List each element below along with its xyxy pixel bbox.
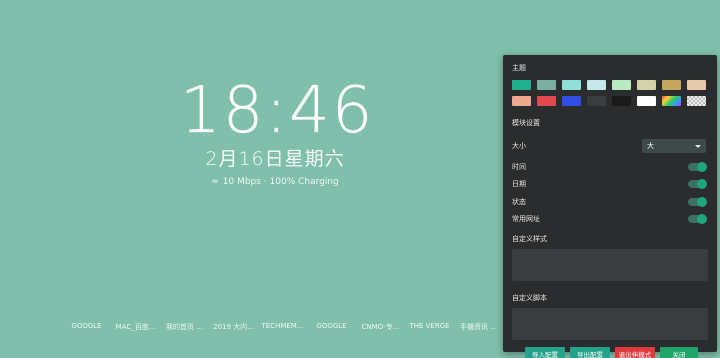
theme-swatch[interactable] — [637, 80, 656, 90]
toggle-label: 状态 — [512, 197, 526, 206]
bookmark-item[interactable]: TECHMEM... — [258, 322, 307, 332]
bookmark-item[interactable]: 我的首页 ... — [160, 322, 209, 332]
theme-swatch[interactable] — [587, 80, 606, 90]
export-config-button[interactable]: 导出配置 — [570, 346, 610, 358]
size-label: 大小 — [512, 142, 526, 150]
custom-script-label: 自定义脚本 — [512, 293, 547, 302]
custom-style-textarea[interactable] — [512, 248, 708, 281]
status-text: 10 Mbps · 100% Charging — [222, 177, 339, 187]
toggle-knob — [697, 179, 707, 190]
bookmark-item[interactable]: CNMO-专... — [356, 322, 405, 332]
bookmark-item[interactable]: 手機资讯 ... — [454, 322, 503, 332]
toggle-label: 时间 — [512, 162, 526, 171]
theme-swatch[interactable] — [512, 96, 531, 106]
toggle-row-date: 日期 — [512, 178, 709, 191]
status-line: ≈10 Mbps · 100% Charging — [180, 177, 370, 187]
bookmark-item[interactable]: MAC_百度... — [111, 322, 160, 332]
bookmarks-bar: GOOGLE MAC_百度... 我的首页 ... 2019 大内... TEC… — [62, 322, 503, 332]
toggle-row-bookmarks: 常用网址 — [512, 213, 709, 226]
toggle-knob — [697, 214, 707, 225]
theme-swatch[interactable] — [537, 96, 556, 106]
bookmarks-toggle[interactable] — [688, 214, 707, 225]
toggle-knob — [697, 196, 707, 207]
bookmark-item[interactable]: GOOGLE — [62, 322, 111, 332]
theme-swatch[interactable] — [612, 80, 631, 90]
panel-buttons: 导入配置 导出配置 退出伴模式 关闭 — [512, 346, 709, 358]
theme-swatch[interactable] — [662, 96, 681, 106]
theme-swatch[interactable] — [637, 96, 656, 106]
date-toggle[interactable] — [688, 179, 707, 190]
status-toggle[interactable] — [688, 196, 707, 207]
toggle-row-time: 时间 — [512, 160, 709, 173]
custom-script-textarea[interactable] — [512, 307, 708, 340]
module-settings-title: 模块设置 — [512, 119, 540, 127]
theme-swatch[interactable] — [587, 96, 606, 106]
import-config-button[interactable]: 导入配置 — [525, 346, 565, 358]
clock-widget: 18:46 2月16日星期六 ≈10 Mbps · 100% Charging — [180, 74, 375, 187]
time-toggle[interactable] — [688, 161, 707, 172]
toggle-label: 日期 — [512, 180, 526, 189]
theme-swatch[interactable] — [687, 96, 706, 106]
theme-swatch[interactable] — [562, 96, 581, 106]
toggle-knob — [697, 161, 707, 172]
theme-swatch[interactable] — [537, 80, 556, 90]
module-toggles: 时间 日期 状态 常用网址 — [512, 160, 709, 226]
theme-swatch[interactable] — [612, 96, 631, 106]
theme-title: 主题 — [512, 64, 526, 72]
toggle-row-status: 状态 — [512, 195, 709, 208]
theme-swatch[interactable] — [662, 80, 681, 90]
settings-panel: 主题 模块设置 大小 大 时间 日期 状态 常用网址 自定义样式 自定义脚本 导… — [503, 55, 717, 358]
theme-swatch[interactable] — [512, 80, 531, 90]
custom-style-label: 自定义样式 — [512, 234, 547, 243]
bookmark-item[interactable]: 2019 大内... — [209, 322, 258, 332]
theme-swatch[interactable] — [687, 80, 706, 90]
exit-mode-button[interactable]: 退出伴模式 — [615, 346, 655, 358]
theme-swatch[interactable] — [562, 80, 581, 90]
close-button[interactable]: 关闭 — [660, 346, 698, 358]
wifi-icon: ≈ — [211, 177, 219, 187]
bookmark-item[interactable]: THE VERGE — [405, 322, 454, 332]
clock-date: 2月16日星期六 — [205, 148, 345, 170]
size-select[interactable]: 大 — [642, 139, 706, 153]
clock-time: 18:46 — [180, 74, 375, 148]
theme-swatches — [512, 80, 709, 106]
chevron-down-icon — [695, 144, 701, 148]
bookmark-item[interactable]: GOOGLE — [307, 322, 356, 332]
size-row: 大小 大 — [512, 138, 709, 154]
size-select-value: 大 — [647, 142, 654, 150]
toggle-label: 常用网址 — [512, 215, 540, 224]
